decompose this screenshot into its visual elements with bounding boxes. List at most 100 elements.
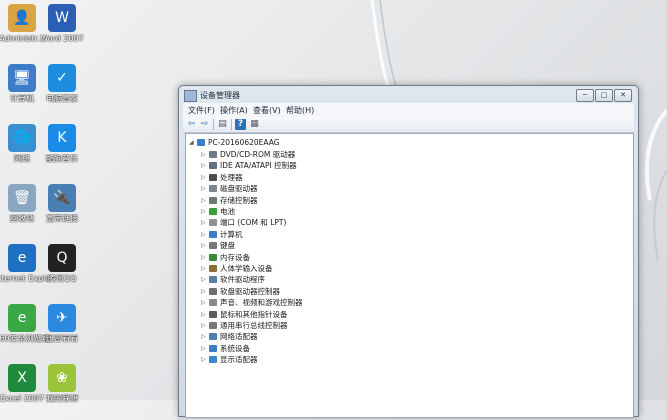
desktop-icon-label: Word 2007 (40, 34, 84, 43)
expand-arrow-icon[interactable]: ▷ (201, 297, 208, 308)
expand-arrow-icon[interactable]: ▷ (201, 240, 208, 251)
expand-arrow-icon[interactable]: ▷ (201, 172, 208, 183)
menu-bar: 文件(F) 操作(A) 查看(V) 帮助(H) (183, 103, 634, 117)
expand-arrow-icon[interactable]: ▷ (201, 195, 208, 206)
device-category-icon (209, 253, 217, 261)
device-category-icon (209, 299, 217, 307)
expand-arrow-icon[interactable]: ▷ (201, 286, 208, 297)
help-icon[interactable]: ? (235, 119, 246, 130)
desktop-icon-qq[interactable]: Q 腾讯QQ (34, 244, 90, 300)
maximize-button[interactable]: □ (595, 89, 613, 102)
desktop-icon-pc-manager[interactable]: ✓ 电脑管家 (34, 64, 90, 120)
menu-view[interactable]: 查看(V) (253, 105, 281, 116)
device-category-icon (209, 185, 217, 193)
device-category[interactable]: ▷ 软件驱动程序 (201, 274, 265, 285)
desktop-icon-broadband[interactable]: 🔌 宽带连接 (34, 184, 90, 240)
toolbar-separator (231, 119, 232, 130)
tree-root[interactable]: ◢ PC-20160620EAAG (189, 137, 280, 148)
expand-arrow-icon[interactable]: ▷ (201, 354, 208, 365)
device-category[interactable]: ▷ 计算机 (201, 229, 243, 240)
device-category-label: 鼠标和其他指针设备 (220, 309, 288, 319)
menu-file[interactable]: 文件(F) (188, 105, 215, 116)
desktop-icon-label: 电脑管家 (46, 94, 78, 103)
network-icon: 🌐 (8, 124, 36, 152)
desktop-icon-word[interactable]: W Word 2007 (34, 4, 90, 60)
device-category-label: 软盘驱动器控制器 (220, 286, 280, 296)
device-category[interactable]: ▷ 鼠标和其他指针设备 (201, 309, 288, 320)
device-category[interactable]: ▷ 处理器 (201, 172, 243, 183)
toolbar: ⇦ ⇨ ▤ ? ▦ (183, 117, 634, 133)
expand-arrow-icon[interactable]: ▷ (201, 229, 208, 240)
minimize-button[interactable]: ─ (576, 89, 594, 102)
expand-arrow-icon[interactable]: ▷ (201, 217, 208, 228)
xunlei-icon: ✈ (48, 304, 76, 332)
device-tree: ◢ PC-20160620EAAG ▷ DVD/CD-ROM 驱动器 ▷ IDE ATA… (185, 133, 634, 418)
desktop-icon-xunlei[interactable]: ✈ 迅雷看看 (34, 304, 90, 360)
device-category[interactable]: ▷ 端口 (COM 和 LPT) (201, 217, 286, 228)
desktop-icon-label: 酷狗音乐 (46, 154, 78, 163)
device-category[interactable]: ▷ 磁盘驱动器 (201, 183, 258, 194)
expand-arrow-icon[interactable]: ▷ (201, 320, 208, 331)
menu-action[interactable]: 操作(A) (220, 105, 248, 116)
expand-arrow-icon[interactable]: ▷ (201, 343, 208, 354)
expand-arrow-icon[interactable]: ▷ (201, 274, 208, 285)
forward-arrow-icon[interactable]: ⇨ (199, 119, 210, 130)
device-category-label: 通用串行总线控制器 (220, 321, 288, 330)
device-category[interactable]: ▷ DVD/CD-ROM 驱动器 (201, 149, 295, 160)
device-category[interactable]: ▷ 系统设备 (201, 343, 250, 354)
device-category[interactable]: ▷ IDE ATA/ATAPI 控制器 (201, 160, 297, 171)
broadband-icon: 🔌 (48, 184, 76, 212)
expand-arrow-icon[interactable]: ▷ (201, 183, 208, 194)
computer-icon (197, 139, 205, 146)
back-arrow-icon[interactable]: ⇦ (186, 119, 197, 130)
title-bar[interactable]: 设备管理器 ─ □ ✕ (179, 86, 638, 104)
device-category[interactable]: ▷ 键盘 (201, 240, 235, 251)
toolbar-separator (213, 119, 214, 130)
device-category-label: 显示适配器 (220, 355, 258, 365)
device-category[interactable]: ▷ 通用串行总线控制器 (201, 320, 288, 331)
device-category-label: 电池 (220, 207, 235, 216)
device-category-icon (209, 162, 217, 170)
device-category[interactable]: ▷ 网络适配器 (201, 331, 258, 342)
device-category[interactable]: ▷ 内存设备 (201, 252, 250, 263)
expand-arrow-icon[interactable]: ▷ (201, 206, 208, 217)
device-category[interactable]: ▷ 显示适配器 (201, 354, 258, 365)
device-category-label: 人体学输入设备 (220, 264, 273, 273)
device-category[interactable]: ▷ 人体学输入设备 (201, 263, 273, 274)
expand-arrow-icon[interactable]: ▷ (201, 331, 208, 342)
device-category-icon (209, 276, 217, 284)
device-category-label: 计算机 (220, 229, 243, 239)
device-category-label: 处理器 (220, 172, 243, 182)
expand-arrow-icon[interactable]: ▷ (201, 309, 208, 320)
device-category-icon (209, 310, 217, 318)
computer-icon: 🖥 (8, 64, 36, 92)
device-category-icon (209, 173, 217, 181)
device-category[interactable]: ▷ 电池 (201, 206, 235, 217)
expand-arrow-icon[interactable]: ▷ (201, 149, 208, 160)
device-category[interactable]: ▷ 软盘驱动器控制器 (201, 286, 280, 297)
device-category-label: 软件驱动程序 (220, 275, 265, 285)
properties-icon[interactable]: ▦ (249, 119, 260, 130)
device-category[interactable]: ▷ 声音、视频和游戏控制器 (201, 297, 303, 308)
device-category-label: 存储控制器 (220, 195, 258, 205)
collapse-arrow-icon[interactable]: ◢ (189, 137, 196, 148)
device-category-label: 网络适配器 (220, 332, 258, 342)
device-category-icon (209, 151, 217, 158)
device-category[interactable]: ▷ 存储控制器 (201, 195, 258, 206)
desktop-icon-lenovo[interactable]: ❀ 我的联想 (34, 364, 90, 420)
device-manager-icon (184, 90, 197, 102)
view-list-icon[interactable]: ▤ (217, 119, 228, 130)
device-category-icon (209, 242, 217, 250)
user-folder-icon: 👤 (8, 4, 36, 32)
menu-help[interactable]: 帮助(H) (286, 105, 314, 116)
expand-arrow-icon[interactable]: ▷ (201, 252, 208, 263)
expand-arrow-icon[interactable]: ▷ (201, 263, 208, 274)
close-button[interactable]: ✕ (614, 89, 632, 102)
expand-arrow-icon[interactable]: ▷ (201, 160, 208, 171)
word-icon: W (48, 4, 76, 32)
desktop-icon-kugou[interactable]: K 酷狗音乐 (34, 124, 90, 180)
device-category-icon (209, 208, 217, 215)
ie-icon: e (8, 244, 36, 272)
desktop-icon-label: 我的联想 (46, 394, 78, 403)
device-category-icon (209, 333, 217, 341)
